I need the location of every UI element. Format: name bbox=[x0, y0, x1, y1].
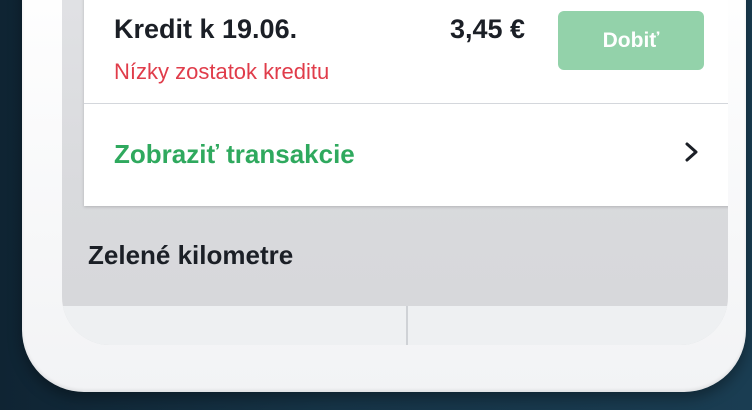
topup-button[interactable]: Dobiť bbox=[558, 11, 704, 70]
green-km-panel bbox=[62, 306, 728, 345]
green-km-section-title: Zelené kilometre bbox=[88, 240, 294, 270]
panel-divider bbox=[406, 306, 408, 345]
app-screen: Kredit k 19.06. 3,45 € Nízky zostatok kr… bbox=[62, 0, 728, 345]
view-transactions-label: Zobraziť transakcie bbox=[114, 139, 355, 169]
phone-frame: Kredit k 19.06. 3,45 € Nízky zostatok kr… bbox=[22, 0, 746, 392]
credit-card: Kredit k 19.06. 3,45 € Nízky zostatok kr… bbox=[84, 0, 728, 206]
view-transactions-row[interactable]: Zobraziť transakcie bbox=[84, 104, 728, 206]
credit-amount: 3,45 € bbox=[450, 14, 526, 44]
chevron-right-icon bbox=[685, 142, 698, 162]
credit-title: Kredit k 19.06. bbox=[114, 14, 298, 44]
low-credit-warning: Nízky zostatok kreditu bbox=[114, 59, 330, 84]
